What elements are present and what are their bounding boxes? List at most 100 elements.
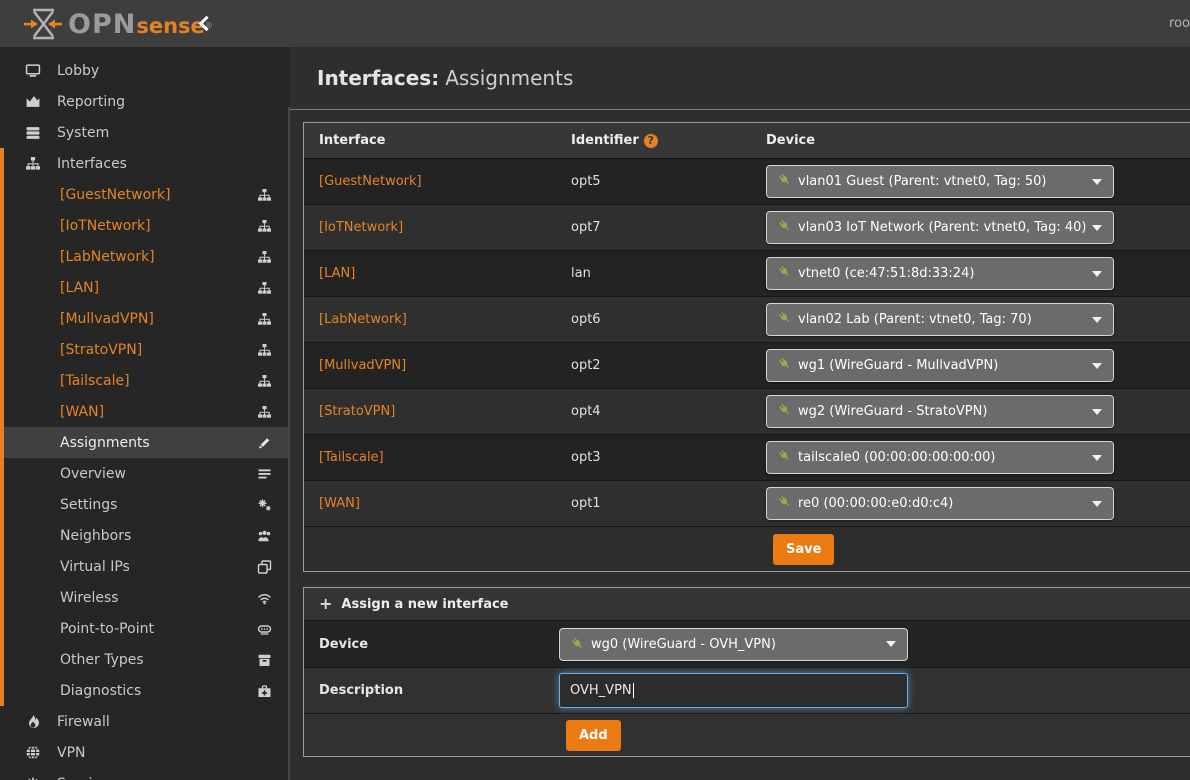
- main-content: Interfaces:Assignments Interface Identif…: [290, 47, 1190, 780]
- table-header-row: Interface Identifier? Device: [304, 123, 1190, 158]
- sidebar-item-firewall[interactable]: Firewall: [0, 706, 290, 737]
- sidebar-item-wireless[interactable]: Wireless: [4, 582, 290, 613]
- sidebar-item-tailscale[interactable]: [Tailscale]: [4, 365, 290, 396]
- sidebar-item-interfaces[interactable]: Interfaces: [4, 148, 290, 179]
- device-select[interactable]: vtnet0 (ce:47:51:8d:33:24): [766, 257, 1114, 290]
- sitemap-icon: [24, 156, 42, 171]
- new-device-select[interactable]: wg0 (WireGuard - OVH_VPN): [559, 628, 908, 661]
- col-header-interface: Interface: [304, 133, 571, 148]
- text-cursor: [633, 683, 634, 698]
- sitemap-icon: [257, 374, 272, 388]
- sidebar-item-lobby[interactable]: Lobby: [0, 55, 290, 86]
- caret-down-icon: [1092, 409, 1102, 415]
- globe-icon: [24, 745, 42, 760]
- sitemap-icon: [257, 219, 272, 233]
- page-title: Interfaces:Assignments: [317, 66, 573, 90]
- sidebar-item-services[interactable]: Services: [0, 768, 290, 780]
- description-input[interactable]: OVH_VPN: [559, 673, 908, 708]
- brand-opn-text: OPN: [68, 11, 136, 38]
- fire-icon: [24, 714, 42, 729]
- logged-in-user: roo: [1169, 16, 1190, 31]
- sidebar-item-stratovpn[interactable]: [StratoVPN]: [4, 334, 290, 365]
- sidebar-item-iotnetwork[interactable]: [IoTNetwork]: [4, 210, 290, 241]
- interfaces-section: Interfaces [GuestNetwork] [IoTNetwork] […: [0, 148, 290, 706]
- sidebar-item-overview[interactable]: Overview: [4, 458, 290, 489]
- sidebar-item-system[interactable]: System: [0, 117, 290, 148]
- caret-down-icon: [1092, 179, 1102, 185]
- table-row: [GuestNetwork] opt5 vlan01 Guest (Parent…: [304, 158, 1190, 204]
- device-select[interactable]: vlan02 Lab (Parent: vtnet0, Tag: 70): [766, 303, 1114, 336]
- wifi-icon: [257, 591, 272, 605]
- sidebar-item-reporting[interactable]: Reporting: [0, 86, 290, 117]
- interface-link[interactable]: [MullvadVPN]: [319, 358, 406, 373]
- gear-icon: [24, 776, 42, 780]
- plug-icon: [571, 635, 584, 654]
- plug-icon: [778, 403, 791, 420]
- interface-link[interactable]: [Tailscale]: [319, 450, 384, 465]
- device-select[interactable]: tailscale0 (00:00:00:00:00:00): [766, 441, 1114, 474]
- identifier-value: opt4: [571, 404, 601, 419]
- plug-icon: [778, 449, 791, 466]
- sidebar-item-guestnetwork[interactable]: [GuestNetwork]: [4, 179, 290, 210]
- sidebar-item-settings[interactable]: Settings: [4, 489, 290, 520]
- sidebar-item-point-to-point[interactable]: Point-to-Point: [4, 613, 290, 644]
- device-select[interactable]: wg1 (WireGuard - MullvadVPN): [766, 349, 1114, 382]
- opnsense-logo-icon: [24, 7, 62, 41]
- col-header-identifier: Identifier?: [571, 133, 766, 148]
- sidebar-item-lan[interactable]: [LAN]: [4, 272, 290, 303]
- modem-icon: [257, 622, 272, 636]
- assign-panel-title: Assign a new interface: [341, 597, 508, 612]
- interface-link[interactable]: [LabNetwork]: [319, 312, 407, 327]
- assign-panel-header[interactable]: + Assign a new interface: [304, 588, 1190, 620]
- device-select[interactable]: vlan01 Guest (Parent: vtnet0, Tag: 50): [766, 165, 1114, 198]
- interface-link[interactable]: [GuestNetwork]: [319, 174, 422, 189]
- assign-description-row: Description OVH_VPN: [304, 667, 1190, 713]
- users-icon: [257, 529, 272, 543]
- brand-sense-text: sense: [136, 16, 204, 37]
- clone-icon: [257, 560, 272, 574]
- sidebar-item-wan[interactable]: [WAN]: [4, 396, 290, 427]
- description-input-value: OVH_VPN: [570, 683, 632, 698]
- caret-down-icon: [1092, 317, 1102, 323]
- interface-link[interactable]: [WAN]: [319, 496, 360, 511]
- medkit-icon: [257, 684, 272, 698]
- sitemap-icon: [257, 281, 272, 295]
- save-row: Save: [304, 526, 1190, 571]
- plug-icon: [778, 357, 791, 374]
- identifier-value: opt3: [571, 450, 601, 465]
- device-select[interactable]: vlan03 IoT Network (Parent: vtnet0, Tag:…: [766, 211, 1114, 244]
- interface-link[interactable]: [StratoVPN]: [319, 404, 395, 419]
- sidebar-item-mullvadvpn[interactable]: [MullvadVPN]: [4, 303, 290, 334]
- caret-down-icon: [1092, 271, 1102, 277]
- table-row: [StratoVPN] opt4 wg2 (WireGuard - Strato…: [304, 388, 1190, 434]
- device-select[interactable]: re0 (00:00:00:e0:d0:c4): [766, 487, 1114, 520]
- identifier-value: opt2: [571, 358, 601, 373]
- sitemap-icon: [257, 250, 272, 264]
- sidebar-item-vpn[interactable]: VPN: [0, 737, 290, 768]
- list-icon: [257, 467, 272, 481]
- sidebar-item-assignments[interactable]: Assignments: [4, 427, 290, 458]
- interface-link[interactable]: [LAN]: [319, 266, 355, 281]
- interface-link[interactable]: [IoTNetwork]: [319, 220, 403, 235]
- sidebar-item-virtual-ips[interactable]: Virtual IPs: [4, 551, 290, 582]
- sidebar-item-other-types[interactable]: Other Types: [4, 644, 290, 675]
- caret-down-icon: [1092, 363, 1102, 369]
- add-button[interactable]: Add: [566, 720, 621, 751]
- sidebar-collapse-button[interactable]: [197, 16, 211, 30]
- device-select[interactable]: wg2 (WireGuard - StratoVPN): [766, 395, 1114, 428]
- plus-icon: +: [319, 596, 332, 612]
- plug-icon: [778, 173, 791, 190]
- help-icon[interactable]: ?: [644, 134, 658, 148]
- table-row: [WAN] opt1 re0 (00:00:00:e0:d0:c4): [304, 480, 1190, 526]
- sidebar-item-diagnostics[interactable]: Diagnostics: [4, 675, 290, 706]
- page-header: Interfaces:Assignments: [290, 47, 1190, 110]
- server-icon: [24, 125, 42, 140]
- sidebar-item-labnetwork[interactable]: [LabNetwork]: [4, 241, 290, 272]
- caret-down-icon: [1092, 501, 1102, 507]
- opnsense-logo[interactable]: OPNsense®: [24, 6, 213, 42]
- assign-device-row: Device wg0 (WireGuard - OVH_VPN): [304, 620, 1190, 667]
- sidebar-item-neighbors[interactable]: Neighbors: [4, 520, 290, 551]
- save-button[interactable]: Save: [773, 534, 834, 565]
- assignments-table: Interface Identifier? Device [GuestNetwo…: [303, 122, 1190, 572]
- sitemap-icon: [257, 312, 272, 326]
